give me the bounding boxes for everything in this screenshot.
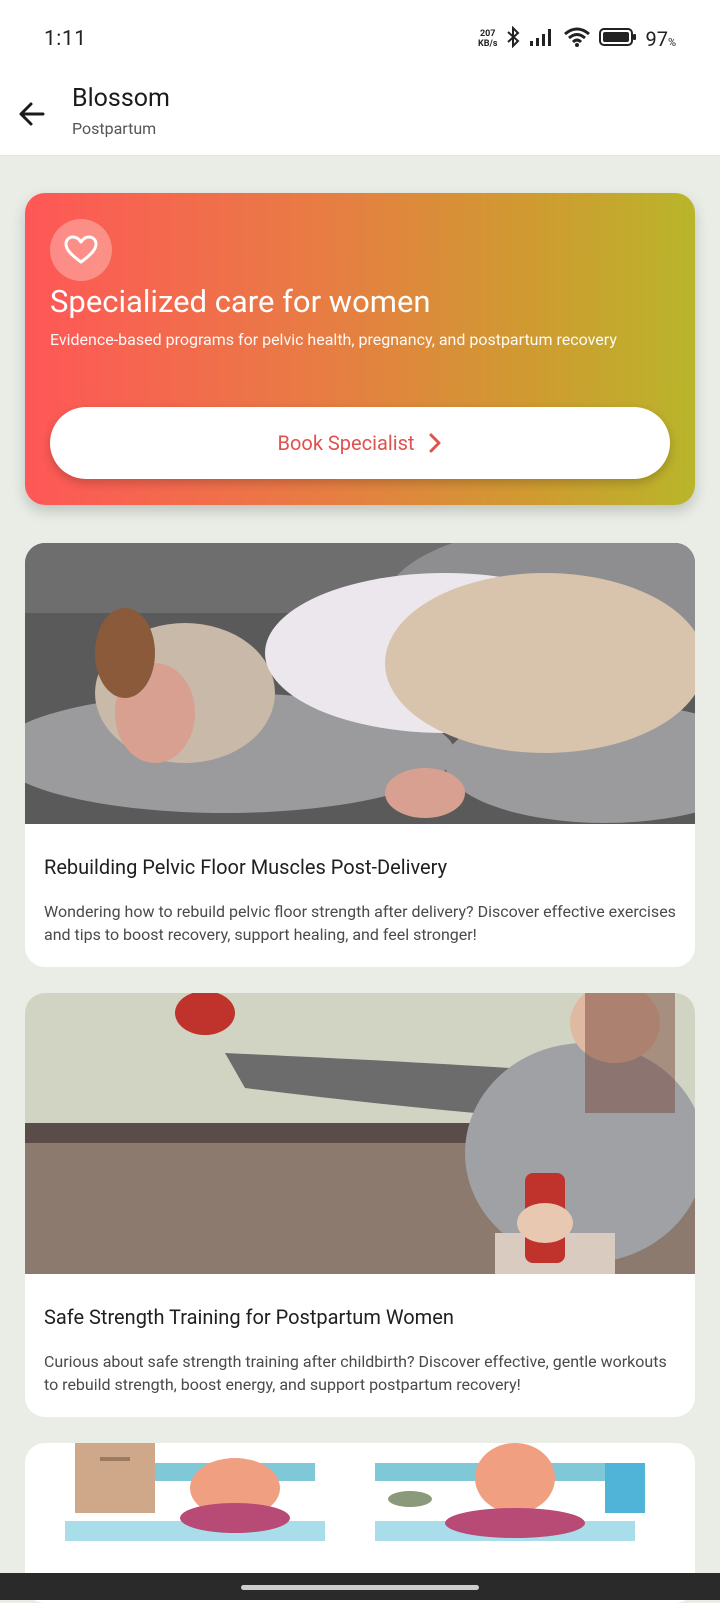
chevron-right-icon: [429, 433, 441, 453]
app-title: Blossom: [72, 84, 170, 113]
hero-description: Evidence-based programs for pelvic healt…: [50, 330, 617, 349]
article-card[interactable]: Safe Strength Training for Postpartum Wo…: [25, 993, 695, 1417]
hero-icon-circle: [50, 219, 112, 281]
status-bar: 1:11 207 KB/s 97%: [0, 0, 720, 78]
battery-icon: [599, 27, 637, 51]
battery-percent-unit: %: [667, 36, 676, 49]
bluetooth-icon: [505, 25, 521, 52]
article-description: Curious about safe strength training aft…: [44, 1352, 667, 1394]
home-gesture-handle[interactable]: [241, 1585, 479, 1590]
app-bar: Blossom Postpartum: [0, 78, 720, 156]
status-time: 1:11: [44, 27, 87, 51]
book-specialist-label: Book Specialist: [277, 431, 415, 455]
article-card[interactable]: Rebuilding Pelvic Floor Muscles Post-Del…: [25, 543, 695, 967]
battery-percent: 97%: [645, 27, 676, 51]
article-description: Wondering how to rebuild pelvic floor st…: [44, 902, 676, 944]
app-subtitle: Postpartum: [72, 119, 157, 138]
wifi-icon: [563, 26, 591, 52]
hero-card: Specialized care for women Evidence-base…: [25, 193, 695, 505]
article-title: Safe Strength Training for Postpartum Wo…: [44, 1305, 454, 1329]
book-specialist-button[interactable]: Book Specialist: [50, 407, 670, 479]
article-image-woman-lifting-dumbbells: [25, 993, 695, 1274]
network-speed-unit: KB/s: [478, 39, 498, 49]
hero-title: Specialized care for women: [50, 283, 431, 320]
article-title: Rebuilding Pelvic Floor Muscles Post-Del…: [44, 855, 448, 879]
heart-icon: [64, 235, 98, 264]
battery-percent-value: 97: [645, 27, 668, 51]
signal-icon: [529, 27, 555, 51]
system-navigation-bar: [0, 1573, 720, 1600]
back-button[interactable]: [14, 96, 50, 132]
network-speed-value: 207: [479, 29, 496, 39]
status-icons: 207 KB/s 97%: [478, 25, 676, 52]
network-speed: 207 KB/s: [478, 29, 497, 49]
back-arrow-icon: [19, 102, 45, 126]
article-image-pregnant-woman-resting: [25, 543, 695, 824]
